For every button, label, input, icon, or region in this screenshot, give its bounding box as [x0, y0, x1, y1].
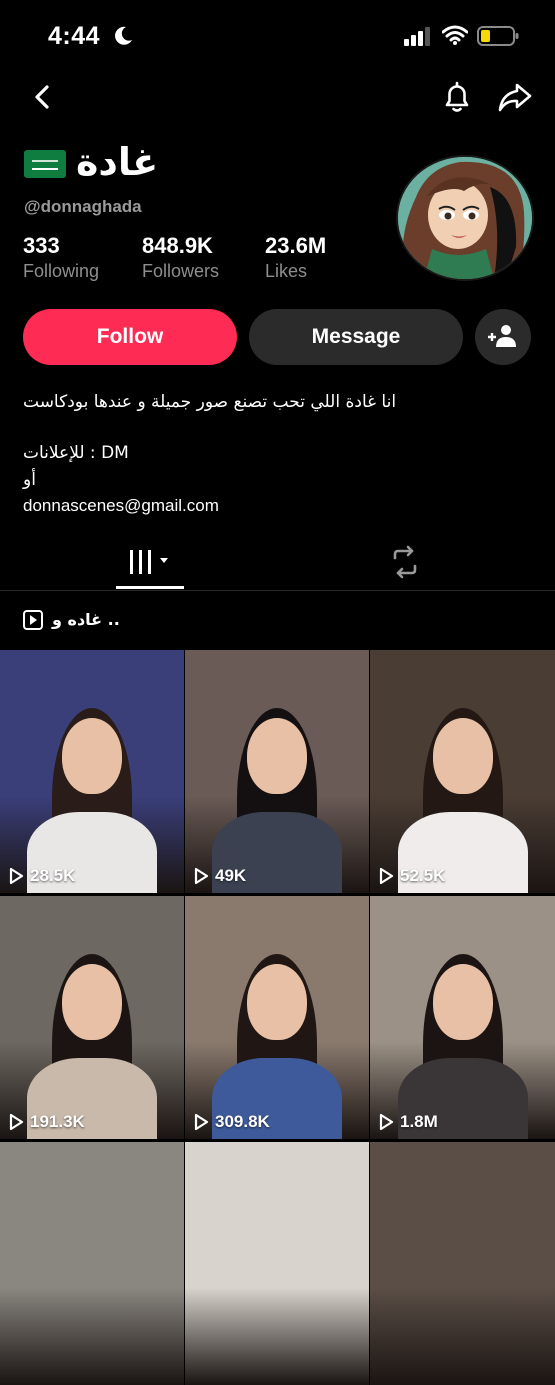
- grid-icon: [130, 550, 168, 574]
- stat-label: Likes: [265, 261, 308, 281]
- view-count: 1.8M: [379, 1112, 438, 1132]
- stat-value: 333: [23, 233, 60, 258]
- moon-icon: [115, 26, 132, 45]
- avatar-illustration: [398, 157, 532, 279]
- video-tile[interactable]: 49K: [185, 650, 369, 893]
- stat-followers[interactable]: 848.9K Followers: [142, 233, 219, 282]
- stat-likes[interactable]: 23.6M Likes: [265, 233, 326, 282]
- play-icon: [379, 1113, 394, 1131]
- video-tile[interactable]: [0, 1142, 184, 1385]
- video-thumbnail: [202, 690, 352, 893]
- play-icon: [194, 1113, 209, 1131]
- status-time: 4:44: [48, 22, 101, 50]
- view-count-label: 1.8M: [400, 1112, 438, 1131]
- stat-value: 848.9K: [142, 233, 213, 258]
- username: @donnaghada: [24, 197, 142, 216]
- avatar[interactable]: [396, 155, 534, 281]
- message-button[interactable]: Message: [249, 309, 463, 365]
- video-tile[interactable]: 309.8K: [185, 896, 369, 1139]
- video-thumbnail: [388, 690, 538, 893]
- add-friend-button[interactable]: [475, 309, 531, 365]
- view-count-label: 309.8K: [215, 1112, 270, 1131]
- playlist-label[interactable]: غاده و ..: [52, 610, 120, 629]
- stat-following[interactable]: 333 Following: [23, 233, 99, 282]
- play-icon: [9, 1113, 24, 1131]
- add-user-icon: [488, 324, 516, 347]
- video-tile[interactable]: 191.3K: [0, 896, 184, 1139]
- follow-button[interactable]: Follow: [23, 309, 237, 365]
- view-count: 28.5K: [9, 866, 75, 886]
- play-icon: [194, 867, 209, 885]
- view-count: 49K: [194, 866, 246, 886]
- saudi-flag-icon: [24, 150, 66, 178]
- play-icon: [9, 867, 24, 885]
- video-thumbnail: [202, 936, 352, 1139]
- back-button[interactable]: [28, 82, 58, 112]
- video-thumbnail: [388, 936, 538, 1139]
- stat-value: 23.6M: [265, 233, 327, 258]
- stat-label: Following: [23, 261, 100, 281]
- tab-active-indicator: [116, 586, 184, 589]
- view-count-label: 28.5K: [30, 866, 76, 885]
- view-count: 52.5K: [379, 866, 445, 886]
- view-count-label: 49K: [215, 866, 247, 885]
- view-count-label: 191.3K: [30, 1112, 85, 1131]
- tab-videos[interactable]: [116, 540, 184, 588]
- video-tile[interactable]: 52.5K: [370, 650, 555, 893]
- share-button[interactable]: [497, 80, 533, 114]
- video-tile[interactable]: 28.5K: [0, 650, 184, 893]
- bio-line: انا غادة اللي تحب تصنع صور جميلة و عندها…: [23, 392, 397, 412]
- video-thumbnail: [17, 690, 167, 893]
- bio-email-link[interactable]: donnascenes@gmail.com: [23, 496, 219, 516]
- battery-icon: [477, 26, 519, 46]
- divider: [0, 590, 555, 591]
- view-count: 309.8K: [194, 1112, 270, 1132]
- playlist-play-icon[interactable]: [23, 610, 43, 630]
- view-count: 191.3K: [9, 1112, 85, 1132]
- display-name: غادة: [76, 140, 159, 184]
- stat-label: Followers: [142, 261, 220, 281]
- signal-icon: [404, 27, 430, 46]
- bio-line: أو: [23, 470, 36, 490]
- notification-bell-button[interactable]: [441, 80, 473, 114]
- repost-icon[interactable]: [385, 544, 425, 580]
- play-icon: [379, 867, 394, 885]
- bio-line: للإعلانات : DM: [23, 443, 129, 463]
- video-thumbnail: [17, 936, 167, 1139]
- video-tile[interactable]: [185, 1142, 369, 1385]
- view-count-label: 52.5K: [400, 866, 446, 885]
- video-tile[interactable]: 1.8M: [370, 896, 555, 1139]
- video-grid: 28.5K 49K 52.5K 191.3K 309.8K 1.8M: [0, 650, 555, 1385]
- wifi-icon: [442, 25, 468, 45]
- video-tile[interactable]: [370, 1142, 555, 1385]
